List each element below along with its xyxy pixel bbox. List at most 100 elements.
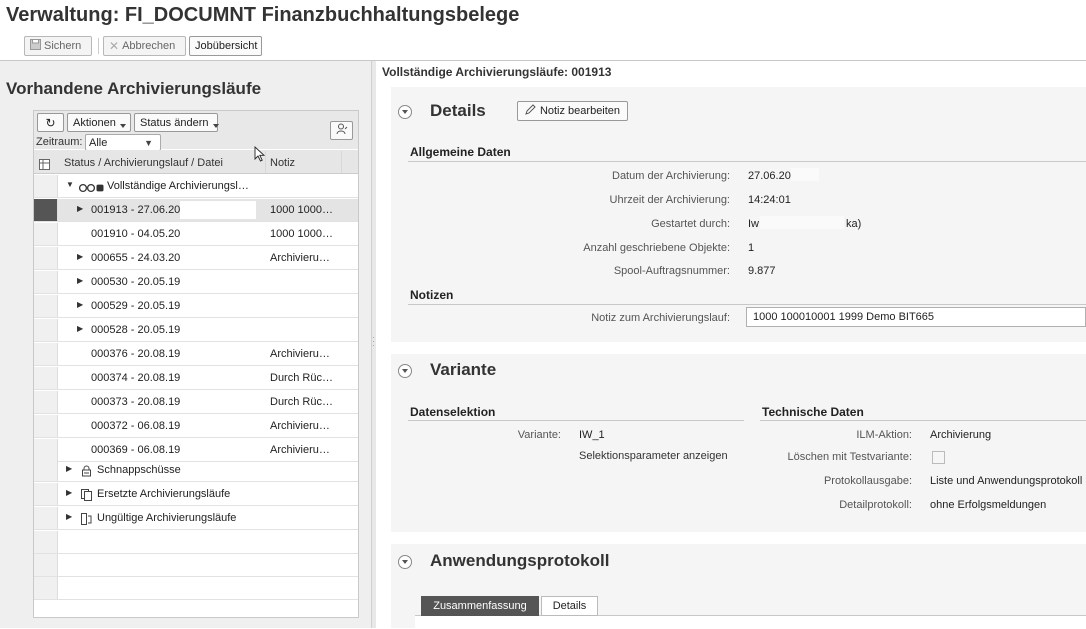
section-divider [408,420,744,421]
details-heading: Details [430,101,486,120]
archive-run-label: 000530 - 20.05.19 [91,276,181,288]
cancel-label: Abbrechen [122,40,176,52]
edit-note-button[interactable]: Notiz bearbeiten [517,101,628,121]
row-selector [34,554,58,576]
tree-row-archive-run[interactable]: ▶ 000530 - 20.05.19 [34,271,358,294]
refresh-icon: ↻ [45,115,56,130]
tree-row-archive-run[interactable]: 000373 - 20.08.19 Durch Rüc… [34,391,358,414]
row-selector[interactable] [34,247,58,269]
row-selector[interactable] [34,459,58,481]
tab-summary[interactable]: Zusammenfassung [421,596,539,616]
refresh-button[interactable]: ↻ [37,113,64,132]
row-selector[interactable] [34,343,58,365]
save-button[interactable]: Sichern [24,36,92,56]
archive-date-value: 27.06.20 [748,170,791,182]
tree-row-archive-run[interactable]: ▶ 000529 - 20.05.19 [34,295,358,318]
tree-row-archive-run[interactable]: ▶ 001913 - 27.06.20 1000 1000… [34,199,358,222]
row-selector[interactable] [34,439,58,461]
tab-details[interactable]: Details [541,596,598,616]
run-note-field[interactable]: 1000 100010001 1999 Demo BIT665 [746,307,1086,327]
tree-node-snapshots[interactable]: ▶ Schnappschüsse [34,459,358,482]
archive-run-note: 1000 1000… [270,228,333,240]
period-label: Zeitraum: [36,136,83,148]
row-selector[interactable] [34,391,58,413]
row-selector[interactable] [34,415,58,437]
tree-row-archive-run[interactable]: 001910 - 04.05.20 1000 1000… [34,223,358,246]
period-select[interactable]: Alle ▼ [85,134,161,151]
note-column-header[interactable]: Notiz [270,157,295,169]
tree-row-archive-run[interactable]: ▶ 000528 - 20.05.19 [34,319,358,342]
collapse-toggle-icon[interactable] [398,555,412,569]
tree-row-archive-run[interactable]: 000376 - 20.08.19 Archivieru… [34,343,358,366]
row-selector[interactable] [34,507,58,529]
section-divider [408,161,1086,162]
status-column-header[interactable]: Status / Archivierungslauf / Datei [64,157,223,169]
application-log-heading: Anwendungsprotokoll [430,551,610,570]
archive-run-label: 000374 - 20.08.19 [91,372,181,384]
collapsed-triangle-icon[interactable]: ▶ [77,324,83,333]
row-selector[interactable] [34,199,58,221]
redaction [180,225,256,243]
detail-title: Vollständige Archivierungsläufe: 001913 [382,65,612,79]
row-selector[interactable] [34,223,58,245]
collapsed-triangle-icon[interactable]: ▶ [77,276,83,285]
collapsed-triangle-icon[interactable]: ▶ [77,300,83,309]
status-change-button[interactable]: Status ändern [134,113,219,132]
tree-row-archive-run[interactable]: ▶ 000655 - 24.03.20 Archivieru… [34,247,358,270]
row-selector[interactable] [34,319,58,341]
expanded-triangle-icon[interactable]: ▼ [66,180,74,189]
archive-run-label: 000529 - 20.05.19 [91,300,181,312]
tree-node-replaced[interactable]: ▶ Ersetzte Archivierungsläufe [34,483,358,506]
archive-run-label: 000369 - 06.08.19 [91,444,181,456]
delete-test-variant-checkbox[interactable] [932,451,945,464]
tree-node-label: Ungültige Archivierungsläufe [97,512,237,524]
row-selector [34,577,58,599]
tree-row-archive-run[interactable]: 000374 - 20.08.19 Durch Rüc… [34,367,358,390]
collapsed-triangle-icon[interactable]: ▶ [77,204,83,213]
ilm-action-value: Archivierung [930,429,992,441]
empty-row [34,577,358,600]
actions-menu-button[interactable]: Aktionen [67,113,131,132]
row-selector[interactable] [34,295,58,317]
cancel-button[interactable]: ✕ Abbrechen [103,36,186,56]
collapsed-triangle-icon[interactable]: ▶ [66,488,72,497]
splitter-grip-icon[interactable]: · · · [372,334,375,350]
page-title: Verwaltung: FI_DOCUMNT Finanzbuchhaltung… [6,4,520,26]
tree-node-invalid[interactable]: ▶ Ungültige Archivierungsläufe [34,507,358,530]
archive-run-label: 000528 - 20.05.19 [91,324,181,336]
column-divider [341,151,342,173]
archive-run-note: Durch Rüc… [270,396,333,408]
show-selection-params-link[interactable]: Selektionsparameter anzeigen [579,450,728,462]
row-selector[interactable] [34,483,58,505]
general-data-heading: Allgemeine Daten [410,145,511,159]
row-selector[interactable] [34,271,58,293]
archive-run-note: 1000 1000… [270,204,333,216]
column-settings-icon[interactable] [39,157,50,175]
detail-log-label: Detailprotokoll: [839,499,912,511]
tree-node-label: Schnappschüsse [97,464,181,476]
job-overview-button[interactable]: Jobübersicht [189,36,262,56]
empty-row [34,531,358,554]
tree-group-complete-runs[interactable]: ▼ Vollständige Archivierungsl… [34,175,358,198]
collapsed-triangle-icon[interactable]: ▶ [66,512,72,521]
mouse-pointer-icon [254,145,266,167]
job-overview-label: Jobübersicht [195,40,258,52]
tree-row-archive-run[interactable]: 000372 - 06.08.19 Archivieru… [34,415,358,438]
collapsed-triangle-icon[interactable]: ▶ [66,464,72,473]
tree-group-label: Vollständige Archivierungsl… [107,180,249,192]
status-change-label: Status ändern [140,116,209,129]
variant-heading: Variante [430,360,497,379]
variant-label: Variante: [517,429,561,441]
archive-run-note: Archivieru… [270,420,330,432]
dropdown-icon [119,123,126,128]
redaction [186,393,262,411]
redaction [791,168,819,181]
spool-number-value: 9.877 [748,265,776,277]
collapsed-triangle-icon[interactable]: ▶ [77,252,83,261]
collapse-toggle-icon[interactable] [398,364,412,378]
collapse-toggle-icon[interactable] [398,105,412,119]
row-selector[interactable] [34,367,58,389]
save-label: Sichern [44,40,82,52]
row-selector[interactable] [34,175,58,197]
user-settings-button[interactable] [330,121,353,140]
